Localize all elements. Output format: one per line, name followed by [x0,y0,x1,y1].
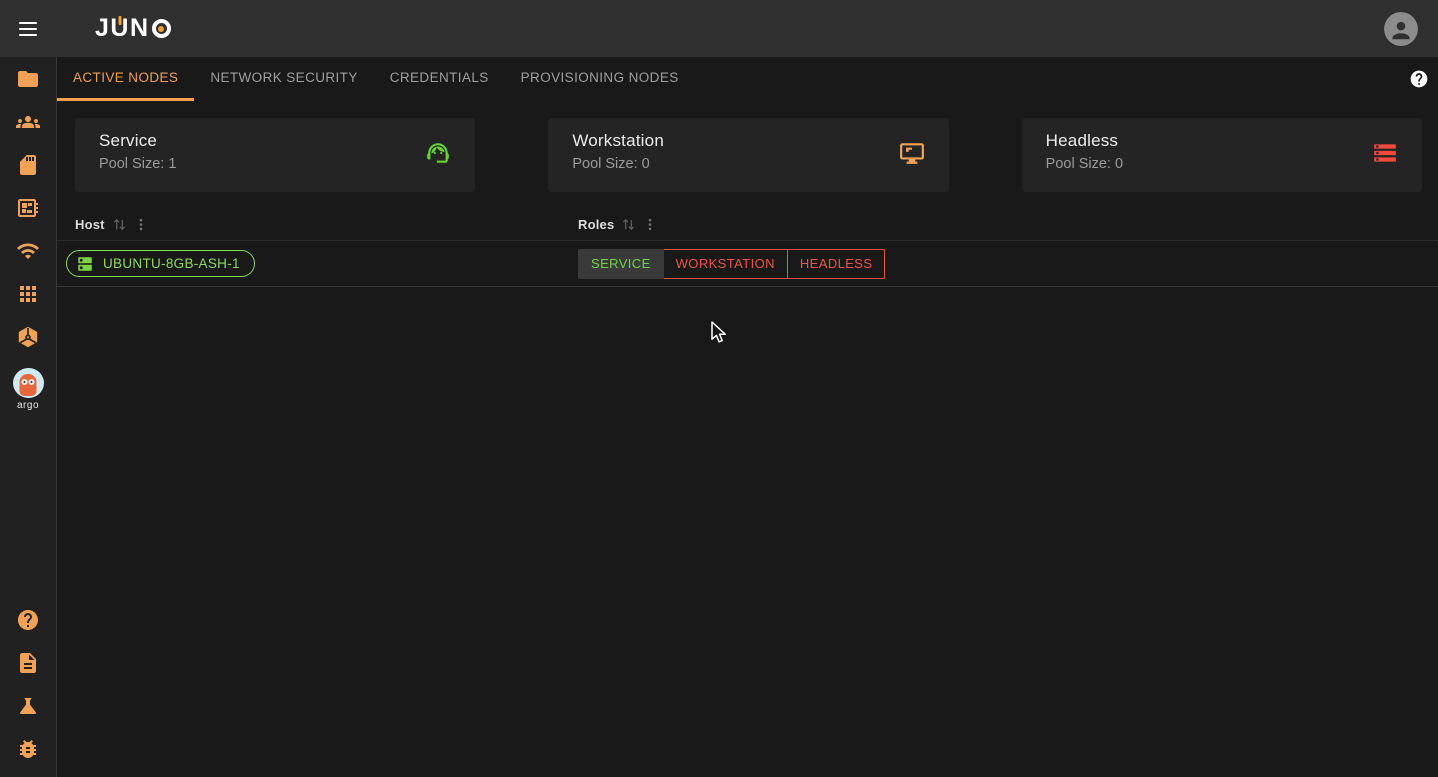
sort-icon[interactable] [621,217,636,232]
column-header-host: Host [75,217,105,232]
main-content: ACTIVE NODES NETWORK SECURITY CREDENTIAL… [57,57,1438,777]
juno-logo: JUN [95,14,171,43]
user-avatar-icon[interactable] [1384,12,1418,46]
left-icon-sidebar: argo [0,57,57,777]
pool-summary-cards: Service Pool Size: 1 Workstation Pool Si… [57,101,1438,208]
wifi-icon[interactable] [16,239,40,263]
logo-letter: N [130,14,150,43]
roles-button-group: SERVICE WORKSTATION HEADLESS [578,249,885,279]
sort-icon[interactable] [112,217,127,232]
host-chip[interactable]: UBUNTU-8GB-ASH-1 [66,250,255,277]
pool-card-workstation: Workstation Pool Size: 0 [548,118,948,192]
tab-active-nodes[interactable]: ACTIVE NODES [57,57,194,101]
apps-grid-icon[interactable] [16,282,40,306]
argo-label: argo [17,400,39,411]
role-button-headless[interactable]: HEADLESS [787,249,886,279]
card-title: Headless [1046,131,1398,151]
pool-card-headless: Headless Pool Size: 0 [1022,118,1422,192]
column-header-roles: Roles [578,217,614,232]
storage-list-icon [1372,140,1398,166]
folder-icon[interactable] [16,67,40,91]
role-button-workstation[interactable]: WORKSTATION [663,249,788,279]
developer-board-icon[interactable] [16,196,40,220]
table-row: UBUNTU-8GB-ASH-1 SERVICE WORKSTATION HEA… [57,241,1438,287]
document-icon[interactable] [16,651,40,675]
card-pool-size: Pool Size: 1 [99,156,451,172]
groups-icon[interactable] [16,110,40,134]
tab-provisioning-nodes[interactable]: PROVISIONING NODES [505,57,695,101]
kebab-menu-icon[interactable] [134,217,148,232]
desktop-monitor-icon [899,140,925,166]
tab-network-security[interactable]: NETWORK SECURITY [194,57,373,101]
top-app-bar: JUN [0,0,1438,57]
support-agent-icon [425,140,451,166]
cube-package-icon[interactable] [16,325,40,349]
nodes-table: Host Roles [57,208,1438,287]
argo-logo[interactable]: argo [13,368,44,411]
kebab-menu-icon[interactable] [643,217,657,232]
logo-letter: U [110,14,130,43]
bug-icon[interactable] [16,737,40,761]
sd-card-icon[interactable] [16,153,40,177]
card-title: Service [99,131,451,151]
logo-orange-dot [158,26,164,32]
help-icon[interactable] [16,608,40,632]
dns-server-icon [76,255,94,273]
logo-letter: J [95,14,110,43]
logo-letter-o [152,19,171,38]
host-chip-label: UBUNTU-8GB-ASH-1 [103,256,240,271]
flask-icon[interactable] [16,694,40,718]
argo-octopus-icon [13,368,44,398]
tab-credentials[interactable]: CREDENTIALS [374,57,505,101]
card-pool-size: Pool Size: 0 [572,156,924,172]
table-header-row: Host Roles [57,208,1438,241]
card-title: Workstation [572,131,924,151]
card-pool-size: Pool Size: 0 [1046,156,1398,172]
help-circle-icon[interactable] [1409,69,1429,89]
role-button-service[interactable]: SERVICE [578,249,664,279]
menu-hamburger-icon[interactable] [16,17,40,41]
tab-bar: ACTIVE NODES NETWORK SECURITY CREDENTIAL… [57,57,1438,101]
logo-orange-tick [119,16,122,25]
pool-card-service: Service Pool Size: 1 [75,118,475,192]
